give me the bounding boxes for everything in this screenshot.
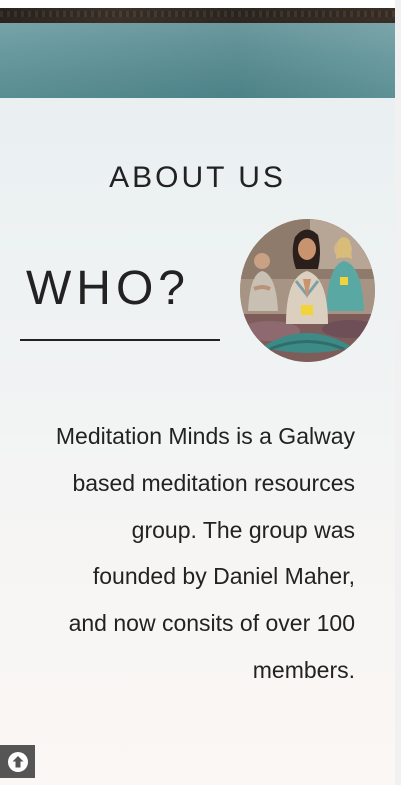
page: ABOUT US WHO? Meditation Minds is a Galw… xyxy=(0,0,395,785)
scrollbar[interactable] xyxy=(395,0,401,785)
who-heading: WHO? xyxy=(26,262,190,315)
top-strip xyxy=(0,0,395,8)
about-paragraph: Meditation Minds is a Galway based medit… xyxy=(55,423,355,683)
header-image-edge xyxy=(0,8,395,23)
back-to-top-button[interactable] xyxy=(0,745,35,778)
hero-banner-image xyxy=(0,23,395,98)
arrow-up-circle-icon xyxy=(7,751,28,772)
group-meditation-photo xyxy=(240,219,375,362)
photo-illustration xyxy=(240,219,375,362)
heading-underline xyxy=(20,339,220,341)
section-title: ABOUT US xyxy=(109,161,286,194)
